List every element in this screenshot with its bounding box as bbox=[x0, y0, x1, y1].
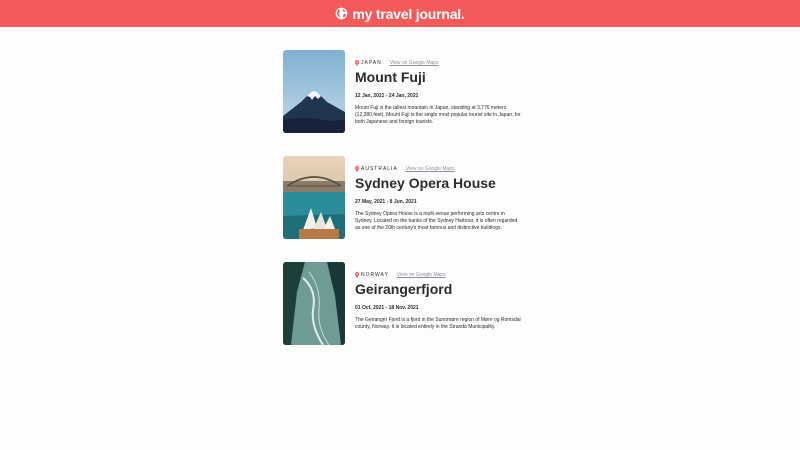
entry-country: NORWAY bbox=[361, 272, 389, 278]
entry-dates: 27 May, 2021 - 8 Jun, 2021 bbox=[355, 199, 417, 205]
location-row: JAPAN View on Google Maps bbox=[355, 59, 523, 67]
entry-info: NORWAY View on Google Maps Geirangerfjor… bbox=[355, 271, 523, 331]
entry-country: JAPAN bbox=[361, 60, 382, 66]
entry-photo bbox=[283, 50, 345, 133]
globe-icon bbox=[335, 7, 348, 20]
location-pin-icon bbox=[355, 60, 359, 66]
entry-description: Mount Fuji is the tallest mountain in Ja… bbox=[355, 105, 521, 125]
location-pin-icon bbox=[355, 272, 359, 278]
google-maps-link[interactable]: View on Google Maps bbox=[397, 272, 446, 278]
google-maps-link[interactable]: View on Google Maps bbox=[406, 166, 455, 172]
location-row: NORWAY View on Google Maps bbox=[355, 271, 523, 279]
journal-entry: AUSTRALIA View on Google Maps Sydney Ope… bbox=[283, 156, 523, 239]
entry-title: Geirangerfjord bbox=[355, 281, 453, 297]
journal-entry: JAPAN View on Google Maps Mount Fuji 12 … bbox=[283, 50, 523, 133]
entry-info: JAPAN View on Google Maps Mount Fuji 12 … bbox=[355, 59, 523, 126]
app-title: my travel journal. bbox=[352, 5, 465, 22]
entry-photo bbox=[283, 156, 345, 239]
google-maps-link[interactable]: View on Google Maps bbox=[390, 60, 439, 66]
entry-description: The Sydney Opera House is a multi-venue … bbox=[355, 211, 518, 231]
journal-entry-list: JAPAN View on Google Maps Mount Fuji 12 … bbox=[283, 50, 523, 368]
entry-photo bbox=[283, 262, 345, 345]
location-row: AUSTRALIA View on Google Maps bbox=[355, 165, 523, 173]
entry-dates: 12 Jan, 2021 - 24 Jan, 2021 bbox=[355, 93, 419, 99]
entry-description: The Geiranger Fjord is a fjord in the Su… bbox=[355, 317, 521, 330]
location-pin-icon bbox=[355, 166, 359, 172]
journal-entry: NORWAY View on Google Maps Geirangerfjor… bbox=[283, 262, 523, 345]
entry-title: Sydney Opera House bbox=[355, 175, 496, 191]
entry-country: AUSTRALIA bbox=[361, 166, 398, 172]
top-navbar: my travel journal. bbox=[0, 0, 800, 27]
entry-info: AUSTRALIA View on Google Maps Sydney Ope… bbox=[355, 165, 523, 232]
entry-dates: 01 Oct, 2021 - 18 Nov, 2021 bbox=[355, 305, 419, 311]
entry-title: Mount Fuji bbox=[355, 69, 426, 85]
